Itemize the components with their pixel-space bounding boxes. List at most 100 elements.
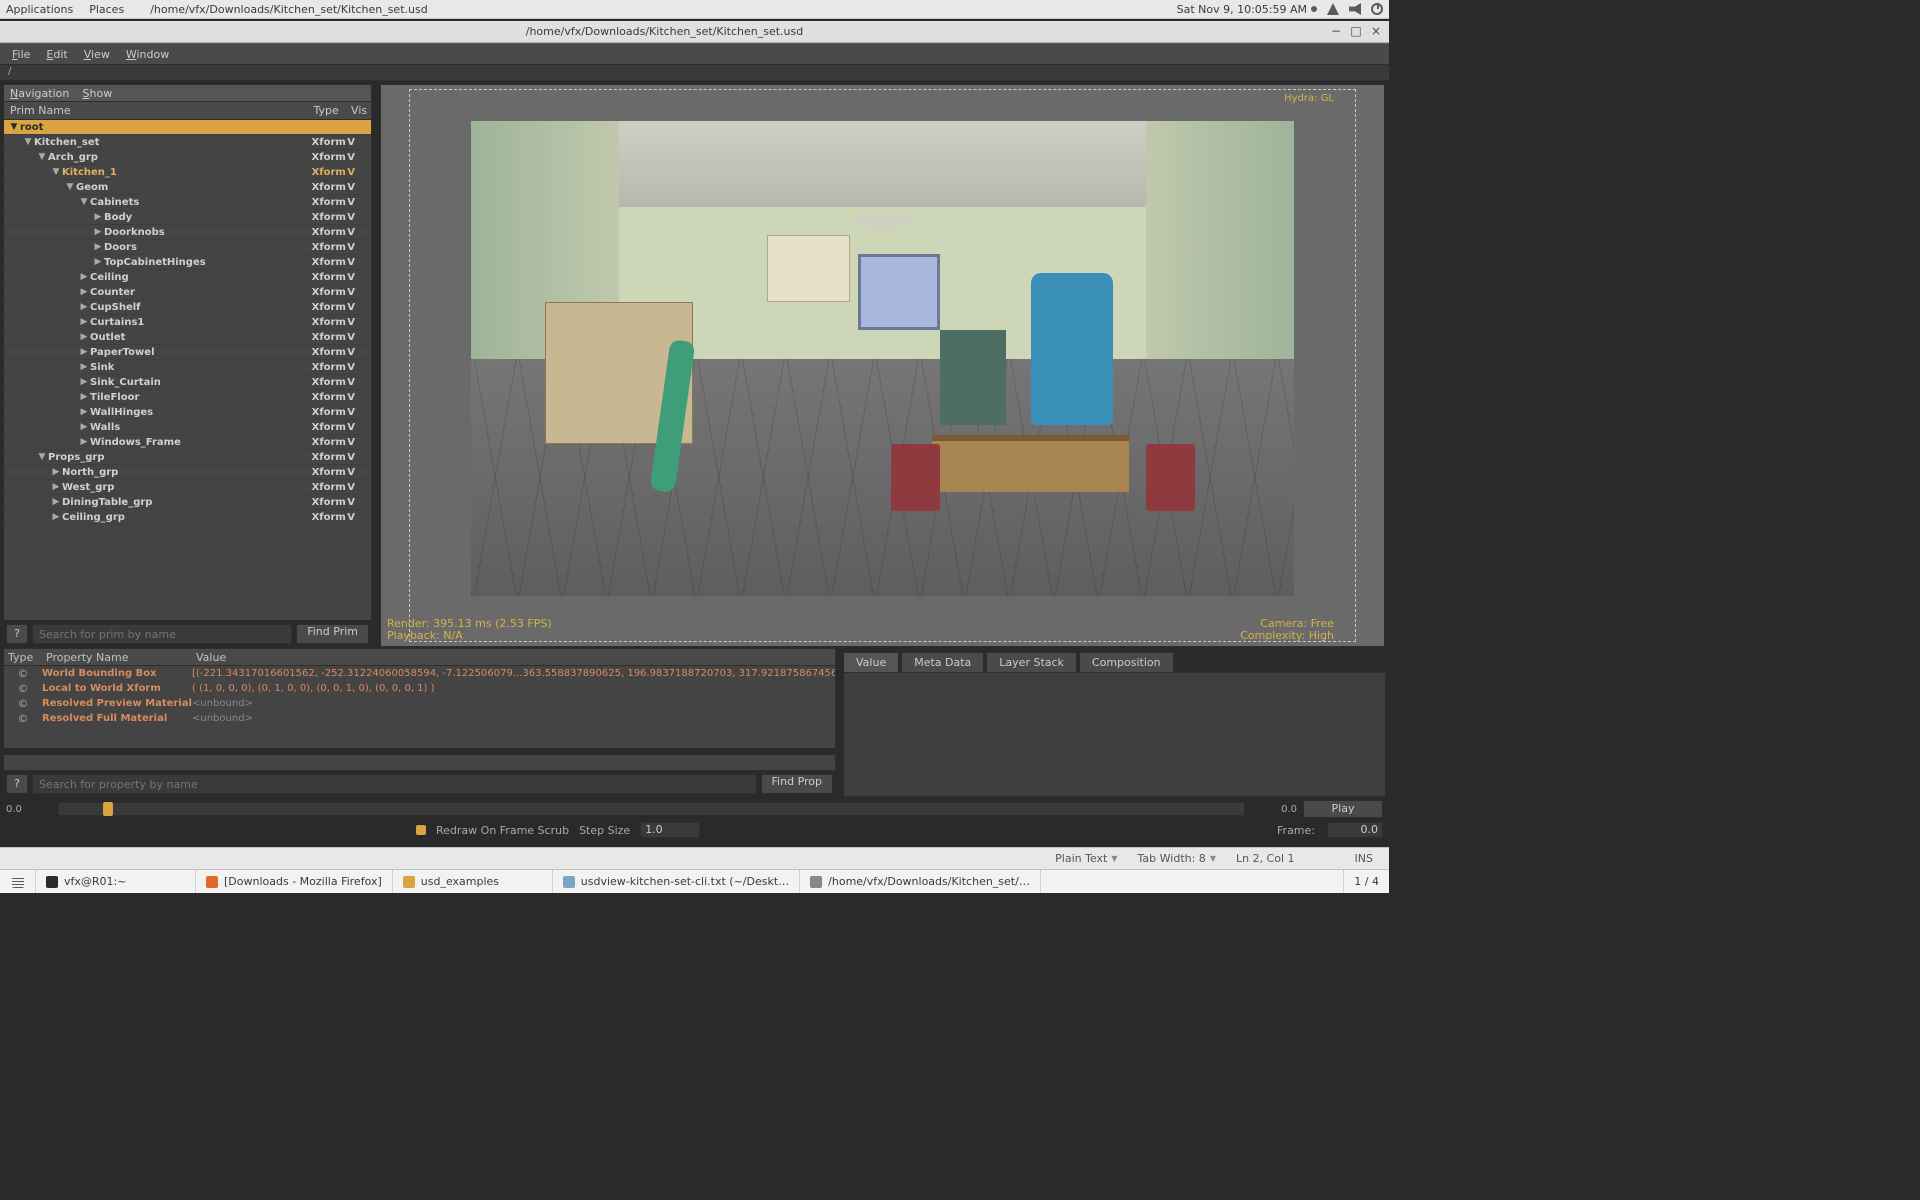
prim-tree[interactable]: ▼root▼Kitchen_setXformV▼Arch_grpXformV▼K…: [3, 120, 372, 621]
prop-header-type[interactable]: Type: [4, 649, 42, 665]
tree-header-name[interactable]: Prim Name: [4, 102, 311, 119]
os-menu-places[interactable]: Places: [89, 3, 124, 16]
tree-row[interactable]: ▶DoorsXformV: [4, 240, 371, 255]
tree-row[interactable]: ▶OutletXformV: [4, 330, 371, 345]
tree-row[interactable]: ▶CeilingXformV: [4, 270, 371, 285]
chevron-down-icon[interactable]: ▼: [64, 182, 76, 192]
chevron-right-icon[interactable]: ▶: [78, 377, 90, 387]
prop-search-input[interactable]: [32, 774, 757, 794]
menu-window[interactable]: Window: [126, 48, 169, 61]
menu-edit[interactable]: Edit: [46, 48, 67, 61]
window-minimize-button[interactable]: −: [1329, 25, 1343, 39]
tree-row[interactable]: ▶WallHingesXformV: [4, 405, 371, 420]
frame-input[interactable]: 0.0: [1327, 822, 1383, 838]
tree-row[interactable]: ▼Arch_grpXformV: [4, 150, 371, 165]
tree-row[interactable]: ▶Windows_FrameXformV: [4, 435, 371, 450]
step-size-input[interactable]: 1.0: [640, 822, 700, 838]
tree-row[interactable]: ▶Curtains1XformV: [4, 315, 371, 330]
taskbar-item-firefox[interactable]: [Downloads - Mozilla Firefox]: [196, 870, 393, 893]
os-clock[interactable]: Sat Nov 9, 10:05:59 AM: [1177, 3, 1307, 16]
gedit-tabwidth[interactable]: Tab Width: 8 ▼: [1138, 852, 1216, 865]
chevron-right-icon[interactable]: ▶: [78, 317, 90, 327]
taskbar-item-usdview[interactable]: /home/vfx/Downloads/Kitchen_set/…: [800, 870, 1041, 893]
play-button[interactable]: Play: [1303, 800, 1383, 818]
chevron-right-icon[interactable]: ▶: [92, 212, 104, 222]
find-prop-button[interactable]: Find Prop: [761, 774, 833, 794]
chevron-right-icon[interactable]: ▶: [78, 437, 90, 447]
chevron-right-icon[interactable]: ▶: [78, 332, 90, 342]
tree-row[interactable]: ▶SinkXformV: [4, 360, 371, 375]
chevron-right-icon[interactable]: ▶: [50, 512, 62, 522]
taskbar-item-files[interactable]: usd_examples: [393, 870, 553, 893]
tree-menu-navigation[interactable]: Navigation: [10, 87, 69, 100]
window-titlebar[interactable]: /home/vfx/Downloads/Kitchen_set/Kitchen_…: [0, 21, 1389, 43]
property-row[interactable]: ©Local to World Xform( (1, 0, 0, 0), (0,…: [4, 681, 835, 696]
chevron-down-icon[interactable]: ▼: [22, 137, 34, 147]
gedit-insert-mode[interactable]: INS: [1355, 852, 1373, 865]
prop-header-value[interactable]: Value: [192, 649, 835, 665]
chevron-right-icon[interactable]: ▶: [92, 257, 104, 267]
chevron-right-icon[interactable]: ▶: [50, 467, 62, 477]
menu-view[interactable]: View: [84, 48, 110, 61]
workspace-switcher[interactable]: 1 / 4: [1343, 870, 1389, 893]
prim-path-breadcrumb[interactable]: /: [0, 65, 1389, 81]
window-maximize-button[interactable]: □: [1349, 25, 1363, 39]
volume-icon[interactable]: [1349, 3, 1361, 15]
tab-layerstack[interactable]: Layer Stack: [986, 652, 1077, 672]
3d-viewport[interactable]: Hydra: GL Render: 395.13 ms (2.53 FPS) P…: [380, 84, 1385, 647]
chevron-right-icon[interactable]: ▶: [78, 287, 90, 297]
tree-row[interactable]: ▶CupShelfXformV: [4, 300, 371, 315]
tree-row[interactable]: ▶North_grpXformV: [4, 465, 371, 480]
tree-row[interactable]: ▶TopCabinetHingesXformV: [4, 255, 371, 270]
menu-file[interactable]: File: [12, 48, 30, 61]
tree-row[interactable]: ▼Props_grpXformV: [4, 450, 371, 465]
tab-metadata[interactable]: Meta Data: [901, 652, 984, 672]
tree-row[interactable]: ▶CounterXformV: [4, 285, 371, 300]
tab-value[interactable]: Value: [843, 652, 899, 672]
window-close-button[interactable]: ×: [1369, 25, 1383, 39]
taskbar-item-terminal[interactable]: vfx@R01:~: [36, 870, 196, 893]
chevron-down-icon[interactable]: ▼: [8, 122, 20, 132]
tree-row[interactable]: ▶Ceiling_grpXformV: [4, 510, 371, 525]
chevron-right-icon[interactable]: ▶: [78, 407, 90, 417]
property-list[interactable]: ©World Bounding Box[(-221.34317016601562…: [3, 666, 836, 749]
tree-row[interactable]: ▼Kitchen_1XformV: [4, 165, 371, 180]
time-slider-handle[interactable]: [103, 802, 113, 816]
tree-row[interactable]: ▶WallsXformV: [4, 420, 371, 435]
chevron-right-icon[interactable]: ▶: [78, 272, 90, 282]
tree-row[interactable]: ▶West_grpXformV: [4, 480, 371, 495]
tree-row[interactable]: ▶Sink_CurtainXformV: [4, 375, 371, 390]
tree-header-vis[interactable]: Vis: [347, 102, 371, 119]
prop-search-help-button[interactable]: ?: [6, 774, 28, 794]
tree-row[interactable]: ▼CabinetsXformV: [4, 195, 371, 210]
property-row[interactable]: ©Resolved Full Material<unbound>: [4, 711, 835, 726]
tree-row[interactable]: ▶BodyXformV: [4, 210, 371, 225]
property-row[interactable]: ©World Bounding Box[(-221.34317016601562…: [4, 666, 835, 681]
notification-dot-icon[interactable]: [1311, 6, 1317, 12]
tree-row[interactable]: ▼Kitchen_setXformV: [4, 135, 371, 150]
chevron-right-icon[interactable]: ▶: [78, 362, 90, 372]
property-row[interactable]: ©Resolved Preview Material<unbound>: [4, 696, 835, 711]
chevron-down-icon[interactable]: ▼: [50, 167, 62, 177]
gedit-lang[interactable]: Plain Text ▼: [1055, 852, 1117, 865]
tab-composition[interactable]: Composition: [1079, 652, 1174, 672]
tree-row[interactable]: ▶PaperTowelXformV: [4, 345, 371, 360]
chevron-right-icon[interactable]: ▶: [50, 482, 62, 492]
tree-header-type[interactable]: Type: [311, 102, 347, 119]
tree-row[interactable]: ▼root: [4, 120, 371, 135]
chevron-right-icon[interactable]: ▶: [92, 227, 104, 237]
chevron-right-icon[interactable]: ▶: [92, 242, 104, 252]
inspector-content[interactable]: [843, 672, 1386, 797]
tree-row[interactable]: ▶TileFloorXformV: [4, 390, 371, 405]
chevron-right-icon[interactable]: ▶: [50, 497, 62, 507]
tree-row[interactable]: ▶DoorknobsXformV: [4, 225, 371, 240]
chevron-right-icon[interactable]: ▶: [78, 302, 90, 312]
chevron-right-icon[interactable]: ▶: [78, 422, 90, 432]
prim-search-input[interactable]: [32, 624, 292, 644]
os-menu-applications[interactable]: Applications: [6, 3, 73, 16]
power-icon[interactable]: [1371, 3, 1383, 15]
network-icon[interactable]: [1327, 3, 1339, 15]
chevron-down-icon[interactable]: ▼: [36, 152, 48, 162]
tree-row[interactable]: ▼GeomXformV: [4, 180, 371, 195]
show-desktop-button[interactable]: [0, 870, 36, 893]
